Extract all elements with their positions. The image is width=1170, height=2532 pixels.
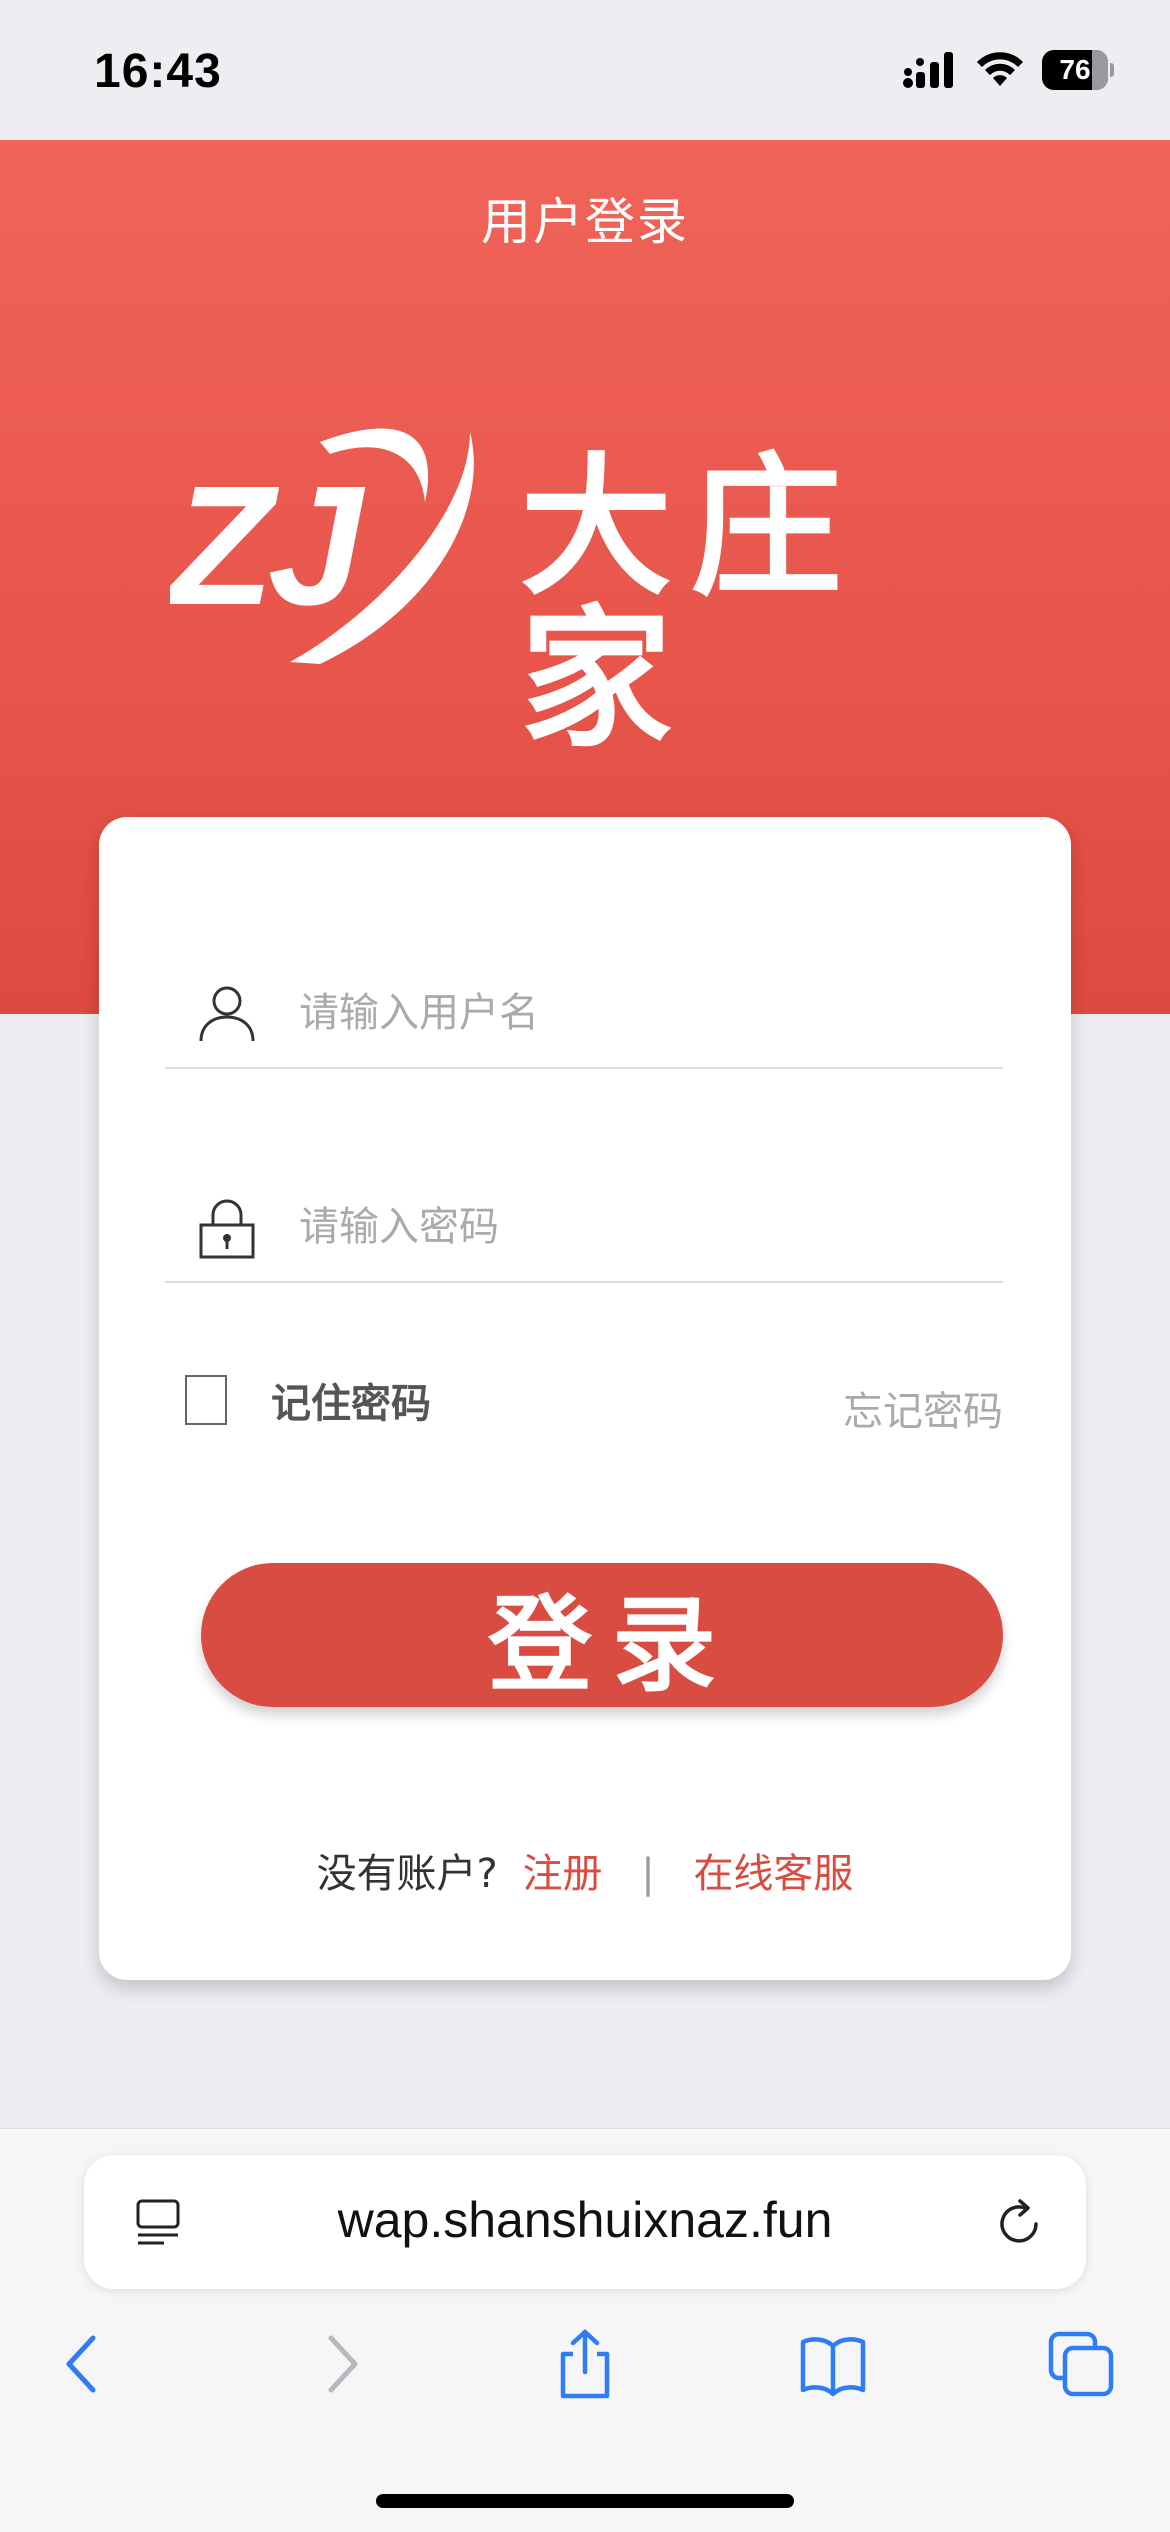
status-time: 16:43	[94, 45, 222, 98]
username-input[interactable]	[299, 990, 979, 1036]
password-input[interactable]	[299, 1204, 979, 1250]
username-field	[165, 959, 1003, 1069]
login-card: 记住密码 忘记密码 登录 没有账户? 注册 | 在线客服	[99, 817, 1071, 1980]
back-button[interactable]	[40, 2319, 130, 2409]
status-icons: 76	[902, 48, 1114, 92]
status-bar: 16:43 76	[0, 0, 1170, 140]
bookmarks-icon	[800, 2337, 866, 2397]
remember-row: 记住密码 忘记密码	[165, 1347, 1003, 1437]
svg-text:ZJ: ZJ	[170, 451, 366, 641]
password-field	[165, 1173, 1003, 1283]
url-text[interactable]: wap.shanshuixnaz.fun	[84, 2191, 1086, 2249]
page-title: 用户登录	[481, 193, 689, 251]
remember-label[interactable]: 记住密码	[271, 1371, 431, 1429]
bookmarks-button[interactable]	[788, 2319, 878, 2409]
share-button[interactable]	[540, 2319, 630, 2409]
user-icon	[199, 986, 255, 1042]
remember-checkbox[interactable]	[185, 1375, 227, 1425]
brand-name: 大庄家	[520, 439, 860, 768]
reload-icon[interactable]	[992, 2197, 1046, 2251]
tabs-button[interactable]	[1036, 2319, 1126, 2409]
browser-toolbar: wap.shanshuixnaz.fun	[0, 2128, 1170, 2532]
wifi-icon	[977, 52, 1023, 86]
zj-logo-icon: ZJ	[170, 428, 474, 664]
lock-icon	[199, 1199, 255, 1259]
online-support-link[interactable]: 在线客服	[693, 1851, 853, 1897]
signal-icon	[903, 52, 953, 88]
forward-icon	[328, 2335, 358, 2393]
address-bar[interactable]: wap.shanshuixnaz.fun	[84, 2155, 1086, 2289]
no-account-text: 没有账户?	[316, 1851, 498, 1897]
forward-button[interactable]	[294, 2319, 384, 2409]
home-indicator[interactable]	[376, 2494, 794, 2508]
account-links: 没有账户? 注册 | 在线客服	[99, 1841, 1071, 1899]
battery-icon: 76	[1042, 50, 1114, 90]
tabs-icon	[1048, 2331, 1114, 2397]
forgot-password-link[interactable]: 忘记密码	[843, 1379, 1003, 1437]
battery-level: 76	[1059, 54, 1091, 85]
login-button[interactable]: 登录	[201, 1563, 1003, 1707]
register-link[interactable]: 注册	[523, 1851, 603, 1897]
brand-logo: ZJ 大庄家	[170, 392, 1010, 756]
back-icon	[66, 2335, 96, 2393]
browser-nav-row	[0, 2319, 1170, 2419]
link-separator: |	[641, 1851, 655, 1897]
share-icon	[560, 2329, 610, 2399]
